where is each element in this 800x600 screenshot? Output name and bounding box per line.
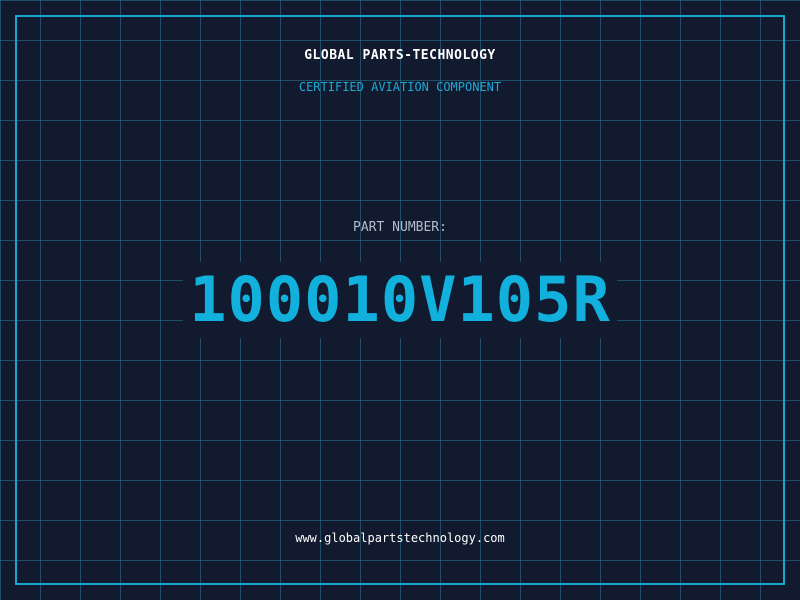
company-name: GLOBAL PARTS-TECHNOLOGY (304, 48, 496, 63)
label-card: GLOBAL PARTS-TECHNOLOGY CERTIFIED AVIATI… (0, 0, 800, 600)
part-number-label: PART NUMBER: (353, 220, 447, 235)
part-number-value: 100010V105R (183, 262, 617, 338)
website-url: www.globalpartstechnology.com (295, 531, 505, 545)
part-number-container: 100010V105R (0, 262, 800, 338)
certification-subtitle: CERTIFIED AVIATION COMPONENT (298, 80, 502, 94)
